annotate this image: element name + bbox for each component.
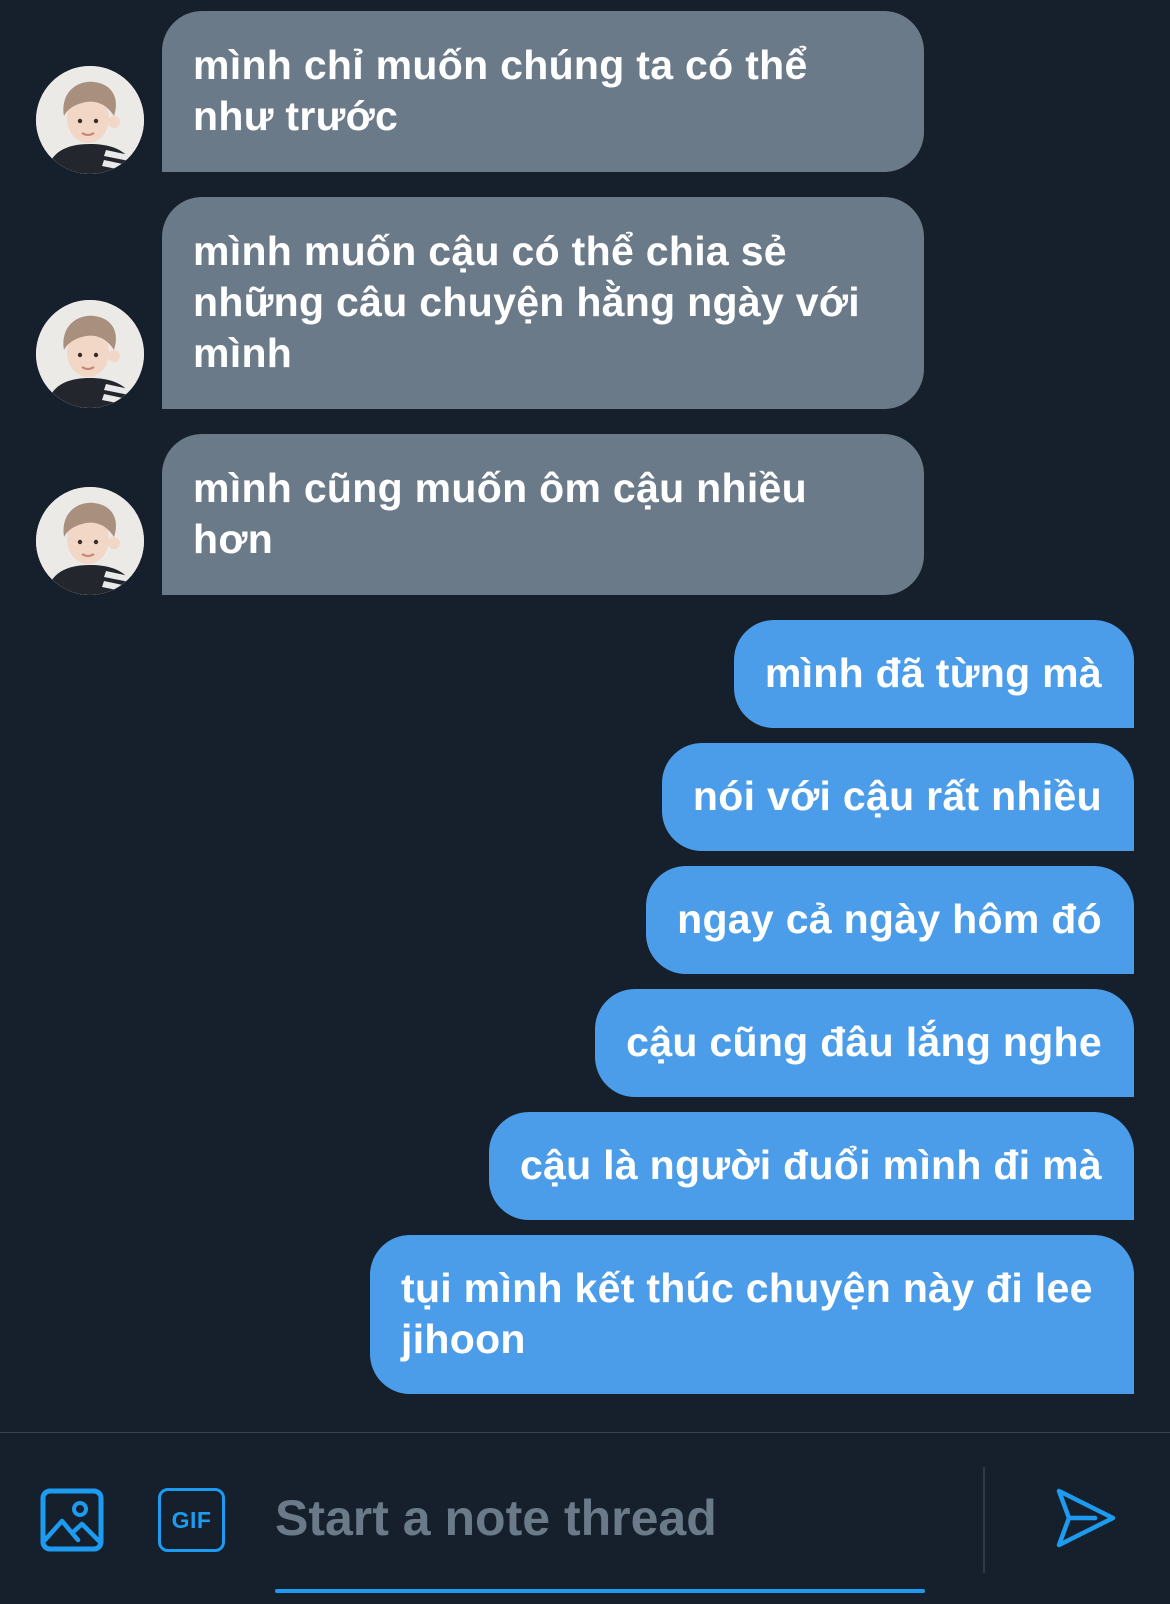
sent-message[interactable]: nói với cậu rất nhiều (661, 743, 1134, 851)
sent-message[interactable]: cậu cũng đâu lắng nghe (595, 989, 1134, 1097)
gif-label: GIF (171, 1506, 212, 1533)
avatar-photo (36, 487, 144, 595)
composer-bar: GIF (0, 1433, 1170, 1604)
avatar[interactable] (36, 487, 144, 595)
gif-icon[interactable]: GIF (158, 1488, 225, 1552)
received-message[interactable]: mình chỉ muốn chúng ta có thể như trước (162, 11, 924, 172)
sent-message[interactable]: cậu là người đuổi mình đi mà (488, 1112, 1134, 1220)
received-message[interactable]: mình cũng muốn ôm cậu nhiều hơn (162, 434, 924, 595)
avatar-photo (36, 66, 144, 174)
input-underline (275, 1589, 925, 1593)
avatar-photo (36, 300, 144, 408)
image-icon[interactable] (40, 1488, 104, 1552)
sent-message[interactable]: mình đã từng mà (733, 620, 1134, 728)
sent-message[interactable]: ngay cả ngày hôm đó (646, 866, 1134, 974)
composer-separator (983, 1467, 985, 1573)
avatar[interactable] (36, 66, 144, 174)
received-message[interactable]: mình muốn cậu có thể chia sẻ những câu c… (162, 197, 924, 409)
note-thread-input[interactable] (275, 1455, 925, 1581)
send-icon[interactable] (1055, 1487, 1117, 1549)
avatar[interactable] (36, 300, 144, 408)
sent-message[interactable]: tụi mình kết thúc chuyện này đi lee jiho… (370, 1235, 1134, 1394)
